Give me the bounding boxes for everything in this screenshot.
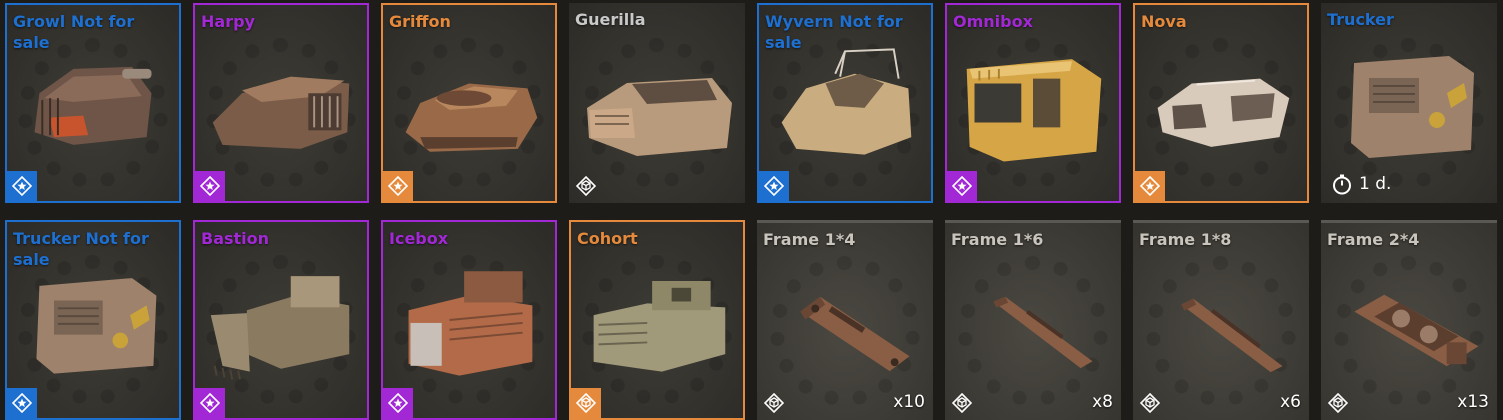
item-card-frame-1x8[interactable]: Frame 1*8 x6 — [1133, 220, 1309, 420]
star-badge-icon — [195, 388, 225, 418]
item-card-bastion[interactable]: Bastion — [193, 220, 369, 420]
stopwatch-icon — [1333, 174, 1351, 195]
item-card-frame-2x4[interactable]: Frame 2*4 x13 — [1321, 220, 1497, 420]
star-badge-icon — [947, 171, 977, 201]
item-title: Icebox — [389, 229, 449, 248]
star-badge-icon — [7, 388, 37, 418]
item-title: Frame 1*6 — [951, 230, 1044, 249]
cabin-image-guerilla — [577, 37, 737, 169]
star-badge-icon — [1135, 171, 1165, 201]
item-title: Omnibox — [953, 12, 1033, 31]
item-card-trucker[interactable]: Trucker 1 d. — [1321, 3, 1497, 203]
cabin-image-omnibox — [955, 39, 1111, 167]
cabin-image-harpy — [203, 39, 359, 167]
item-card-cohort[interactable]: Cohort — [569, 220, 745, 420]
cabin-image-wyvern — [767, 39, 923, 167]
item-card-omnibox[interactable]: Omnibox — [945, 3, 1121, 203]
item-title: Frame 2*4 — [1327, 230, 1420, 249]
item-title: Frame 1*8 — [1139, 230, 1232, 249]
star-badge-icon — [383, 171, 413, 201]
star-badge-icon — [195, 171, 225, 201]
item-title: Cohort — [577, 229, 638, 248]
star-badge-icon — [383, 388, 413, 418]
cube-badge-icon — [1325, 390, 1351, 416]
item-count: x8 — [1092, 392, 1113, 412]
timer-label: 1 d. — [1359, 174, 1392, 194]
item-count: x6 — [1280, 392, 1301, 412]
item-card-guerilla[interactable]: Guerilla — [569, 3, 745, 203]
cabin-image-trucker — [15, 256, 171, 384]
item-title: Harpy — [201, 12, 255, 31]
frame-image-1x8 — [1141, 257, 1301, 386]
item-card-trucker-not-for-sale[interactable]: Trucker Not for sale — [5, 220, 181, 420]
inventory-grid: Growl Not for sale Harpy Griffon Guerill… — [0, 0, 1503, 420]
cabin-image-nova — [1143, 39, 1299, 167]
item-card-nova[interactable]: Nova — [1133, 3, 1309, 203]
item-title: Bastion — [201, 229, 270, 248]
cube-badge-icon — [571, 388, 601, 418]
cube-badge-icon — [1137, 390, 1163, 416]
cabin-image-cohort — [579, 256, 735, 384]
item-title: Guerilla — [575, 10, 646, 29]
item-title: Trucker — [1327, 10, 1394, 29]
cabin-image-trucker — [1329, 37, 1489, 169]
frame-image-2x4 — [1329, 257, 1489, 386]
star-badge-icon — [759, 171, 789, 201]
item-card-harpy[interactable]: Harpy — [193, 3, 369, 203]
item-card-frame-1x6[interactable]: Frame 1*6 x8 — [945, 220, 1121, 420]
frame-image-1x6 — [953, 257, 1113, 386]
cabin-image-icebox — [391, 256, 547, 384]
cube-badge-icon — [761, 390, 787, 416]
item-count: x10 — [893, 392, 925, 412]
item-card-growl[interactable]: Growl Not for sale — [5, 3, 181, 203]
item-card-icebox[interactable]: Icebox — [381, 220, 557, 420]
item-title: Nova — [1141, 12, 1187, 31]
item-title: Frame 1*4 — [763, 230, 856, 249]
item-card-griffon[interactable]: Griffon — [381, 3, 557, 203]
cube-badge-icon — [949, 390, 975, 416]
cube-badge-icon — [573, 173, 599, 199]
item-title: Griffon — [389, 12, 451, 31]
star-badge-icon — [7, 171, 37, 201]
timer: 1 d. — [1331, 173, 1391, 195]
item-card-wyvern[interactable]: Wyvern Not for sale — [757, 3, 933, 203]
item-count: x13 — [1457, 392, 1489, 412]
cabin-image-growl — [15, 39, 171, 167]
frame-image-1x4 — [765, 257, 925, 386]
cabin-image-griffon — [391, 39, 547, 167]
cabin-image-bastion — [203, 256, 359, 384]
item-card-frame-1x4[interactable]: Frame 1*4 x10 — [757, 220, 933, 420]
